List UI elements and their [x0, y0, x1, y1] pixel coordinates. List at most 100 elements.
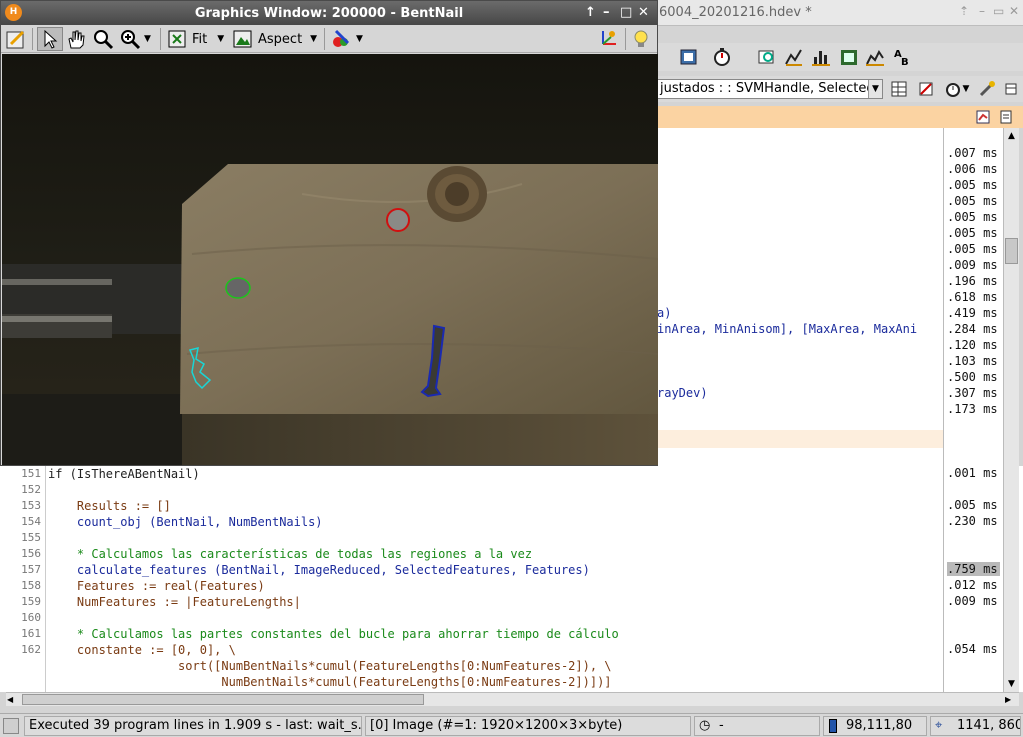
feature-histogram-icon[interactable]	[863, 45, 887, 69]
scroll-left-icon[interactable]: ◀	[7, 693, 19, 706]
aspect-button[interactable]: Aspect ▼	[232, 27, 317, 51]
code-line[interactable]: if (IsThereABentNail)	[48, 467, 200, 481]
edit-icon[interactable]	[5, 27, 27, 51]
code-line[interactable]: * Calculamos las partes constantes del b…	[48, 627, 619, 641]
time-value: .196 ms	[947, 274, 998, 288]
pointer-icon[interactable]	[37, 27, 63, 51]
code-line[interactable]: NumBentNails*cumul(FeatureLengths[0:NumF…	[48, 675, 611, 689]
horizontal-scrollbar[interactable]: ◀ ▶	[6, 692, 1019, 706]
chevron-down-icon[interactable]: ▼	[868, 80, 882, 98]
grid-icon[interactable]	[887, 77, 911, 101]
handle-selector[interactable]: justados : : SVMHandle, Selected ▼	[657, 79, 883, 99]
handle-selector-value: justados : : SVMHandle, Selected	[660, 81, 875, 96]
time-value: .173 ms	[947, 402, 998, 416]
code-line[interactable]: count_obj (BentNail, NumBentNails)	[48, 515, 323, 529]
code-fragment: rayDev)	[657, 386, 708, 400]
chevron-down-icon[interactable]: ▼	[960, 77, 972, 101]
time-value: .007 ms	[947, 146, 998, 160]
vertical-scrollbar[interactable]: ▲ ▼	[1003, 128, 1019, 692]
time-value: .005 ms	[947, 210, 998, 224]
code-line[interactable]: constante := [0, 0], \	[48, 643, 236, 657]
main-window-titlebar: 6004_20201216.hdev * ⇡ – ▭ ✕	[657, 0, 1023, 26]
time-value: .005 ms	[947, 242, 998, 256]
scroll-down-icon[interactable]: ▼	[1004, 676, 1019, 692]
time-value: .001 ms	[947, 466, 998, 480]
tools-icon[interactable]	[975, 77, 999, 101]
time-value: .054 ms	[947, 642, 998, 656]
graphics-window-title: Graphics Window: 200000 - BentNail	[194, 6, 464, 21]
histogram-icon[interactable]	[809, 45, 833, 69]
gray-value-icon	[829, 719, 837, 733]
code-line[interactable]: * Calculamos las características de toda…	[48, 547, 532, 561]
chevron-down-icon[interactable]: ▼	[144, 27, 151, 51]
scroll-up-icon[interactable]: ▲	[1004, 128, 1019, 144]
pixel-value: 98,111,80	[846, 718, 913, 733]
execution-time-column: .007 ms .006 ms .005 ms .005 ms .005 ms …	[943, 128, 1003, 692]
close-icon[interactable]: ✕	[638, 5, 649, 20]
zoom-in-icon[interactable]	[119, 27, 141, 51]
chevron-down-icon[interactable]: ▼	[310, 34, 317, 44]
current-line-highlight	[657, 430, 943, 448]
clear-icon[interactable]	[914, 77, 938, 101]
pin-icon[interactable]: ⇡	[959, 4, 969, 18]
timer-value: -	[719, 718, 724, 733]
time-value: .500 ms	[947, 370, 998, 384]
minimize-icon[interactable]: –	[979, 4, 985, 18]
cursor-coords: 1141, 860	[957, 718, 1021, 733]
code-line[interactable]: Features := real(Features)	[48, 579, 265, 593]
maximize-icon[interactable]: ▭	[993, 4, 1004, 18]
horizontal-scrollbar-thumb[interactable]	[22, 694, 424, 705]
ocr-icon[interactable]: AB	[890, 45, 914, 69]
program-listing-lower: if (IsThereABentNail) Results := [] coun…	[0, 466, 940, 692]
fit-button[interactable]: Fit ▼	[167, 27, 224, 51]
code-line[interactable]: NumFeatures := |FeatureLengths|	[48, 595, 301, 609]
code-line[interactable]: calculate_features (BentNail, ImageReduc…	[48, 563, 590, 577]
scroll-right-icon[interactable]: ▶	[1005, 693, 1017, 706]
vertical-scrollbar-thumb[interactable]	[1005, 238, 1018, 264]
timer-icon[interactable]	[710, 45, 734, 69]
main-toolbar: AB	[657, 43, 1023, 71]
time-value: .103 ms	[947, 354, 998, 368]
close-icon[interactable]: ✕	[1009, 4, 1019, 18]
code-line[interactable]: Results := []	[48, 499, 171, 513]
document-icon[interactable]	[994, 105, 1018, 129]
status-message: Executed 39 program lines in 1.909 s - l…	[24, 716, 362, 736]
fit-label: Fit	[192, 31, 208, 47]
region-red-contour	[386, 208, 410, 232]
inspect-icon[interactable]	[755, 45, 779, 69]
time-value: .419 ms	[947, 306, 998, 320]
chevron-down-icon[interactable]: ▼	[356, 34, 363, 44]
desktop: 6004_20201216.hdev * ⇡ – ▭ ✕ AB justados…	[0, 0, 1023, 737]
color-settings-icon[interactable]: ▼	[330, 27, 363, 51]
collapse-icon[interactable]	[999, 77, 1023, 101]
magnify-icon[interactable]	[92, 27, 114, 51]
time-value: .284 ms	[947, 322, 998, 336]
graphics-window-titlebar[interactable]: H Graphics Window: 200000 - BentNail ↑ –…	[1, 1, 657, 25]
time-value: .005 ms	[947, 226, 998, 240]
pin-icon[interactable]: ↑	[585, 5, 596, 20]
time-value: .005 ms	[947, 498, 998, 512]
pixel-value-display: 98,111,80	[823, 716, 927, 736]
coordinates-display: ⌖ 1141, 860	[930, 716, 1021, 736]
chevron-down-icon[interactable]: ▼	[217, 34, 224, 44]
lightbulb-icon[interactable]	[630, 27, 652, 51]
gray-histogram-icon[interactable]	[837, 45, 861, 69]
maximize-icon[interactable]: □	[620, 5, 632, 20]
image-info: [0] Image (#=1: 1920×1200×3×byte)	[365, 716, 691, 736]
time-value: .009 ms	[947, 594, 998, 608]
coordinate-system-icon[interactable]	[597, 27, 619, 51]
code-fragment: inArea, MinAnisom], [MaxArea, MaxAni	[657, 322, 918, 336]
code-fragment: a)	[657, 306, 672, 320]
time-value: .005 ms	[947, 194, 998, 208]
aspect-label: Aspect	[258, 31, 303, 47]
time-value: .230 ms	[947, 514, 998, 528]
maximize-editor-icon[interactable]	[971, 105, 995, 129]
compile-icon[interactable]	[677, 45, 701, 69]
line-profile-icon[interactable]	[782, 45, 806, 69]
minimize-icon[interactable]: –	[603, 5, 610, 20]
pan-hand-icon[interactable]	[64, 27, 86, 51]
time-value: .618 ms	[947, 290, 998, 304]
graphics-toolbar: ▼ Fit ▼ Aspect ▼ ▼	[1, 25, 657, 53]
image-canvas[interactable]	[2, 54, 658, 465]
code-line[interactable]: sort([NumBentNails*cumul(FeatureLengths[…	[48, 659, 612, 673]
